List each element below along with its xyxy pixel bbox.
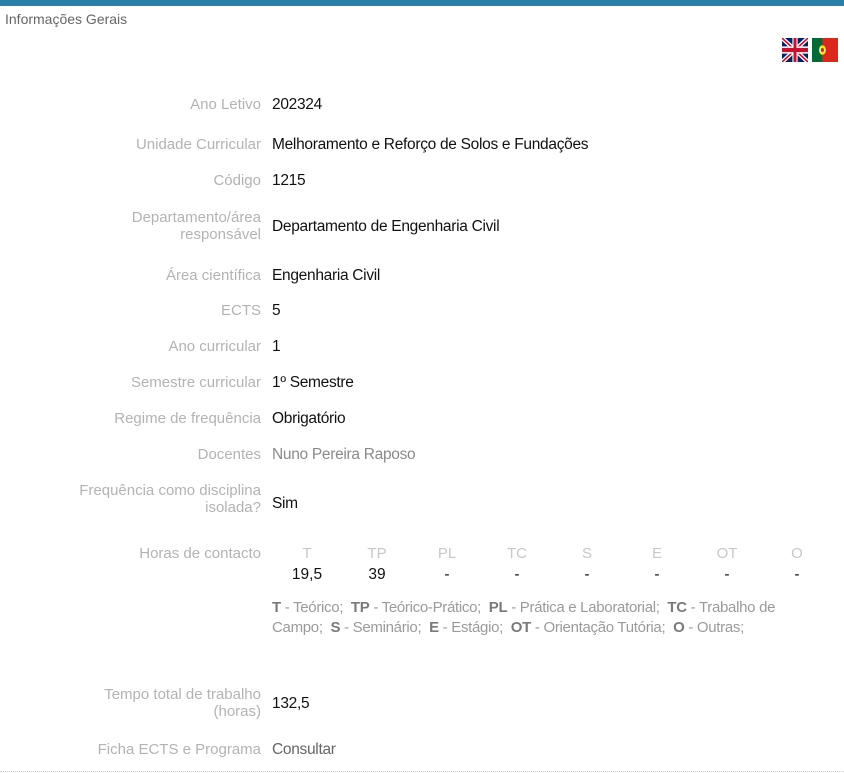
docente-link[interactable]: Nuno Pereira Raposo: [272, 446, 416, 463]
field-label: Tempo total de trabalho (horas): [104, 686, 261, 720]
hours-header: TC: [507, 545, 527, 562]
field-label: Ficha ECTS e Programa: [97, 741, 261, 758]
field-value: 202324: [272, 96, 322, 113]
field-label: Frequência como disciplina isolada?: [79, 482, 261, 516]
hours-header: TP: [367, 545, 387, 562]
field-label: Ano Letivo: [190, 96, 261, 113]
hours-value: 19,5: [291, 566, 323, 583]
field-label: Departamento/área responsável: [131, 209, 261, 243]
hours-values-row: 19,5 39 - - - - - -: [272, 566, 832, 584]
field-value: Engenharia Civil: [272, 267, 381, 284]
hours-legend: T - Teórico; TP - Teórico-Prático; PL - …: [272, 599, 776, 636]
field-label: Unidade Curricular: [135, 136, 261, 153]
field-label: ECTS: [220, 302, 261, 319]
field-label: Regime de frequência: [114, 410, 261, 427]
hours-header: PL: [437, 545, 457, 562]
uk-flag-icon[interactable]: [782, 38, 808, 62]
field-label: Código: [213, 172, 261, 189]
hours-value: -: [654, 566, 660, 583]
hours-value: -: [444, 566, 450, 583]
field-value: Melhoramento e Reforço de Solos e Fundaç…: [272, 136, 589, 153]
hours-value: -: [724, 566, 730, 583]
field-label: Área científica: [165, 267, 261, 284]
language-switcher: [782, 38, 838, 62]
field-label: Horas de contacto: [139, 545, 261, 562]
field-value: 132,5: [272, 695, 310, 712]
field-value: 5: [272, 302, 281, 319]
consultar-link[interactable]: Consultar: [272, 741, 336, 758]
field-value: 1º Semestre: [272, 374, 354, 391]
hours-header: T: [302, 545, 312, 562]
hours-header: S: [581, 545, 592, 562]
hours-value: -: [794, 566, 800, 583]
field-label: Ano curricular: [168, 338, 261, 355]
field-value: 1215: [272, 172, 306, 189]
field-label: Semestre curricular: [130, 374, 261, 391]
section-title: Informações Gerais: [5, 11, 128, 27]
contact-hours-table: T TP PL TC S E OT O 19,5 39 - - - - - -: [272, 545, 832, 584]
bottom-divider: [0, 771, 844, 773]
hours-value: -: [584, 566, 590, 583]
field-value: Obrigatório: [272, 410, 346, 427]
hours-header: O: [791, 545, 803, 562]
field-label: Docentes: [197, 446, 261, 463]
top-accent-bar: [0, 0, 844, 6]
hours-value: 39: [368, 566, 386, 583]
hours-header-row: T TP PL TC S E OT O: [272, 545, 832, 562]
field-value: Departamento de Engenharia Civil: [272, 218, 500, 235]
portugal-flag-icon[interactable]: [812, 38, 838, 62]
hours-header: E: [651, 545, 662, 562]
hours-header: OT: [716, 545, 738, 562]
hours-value: -: [514, 566, 520, 583]
field-value: Sim: [272, 495, 298, 512]
field-value: 1: [272, 338, 281, 355]
